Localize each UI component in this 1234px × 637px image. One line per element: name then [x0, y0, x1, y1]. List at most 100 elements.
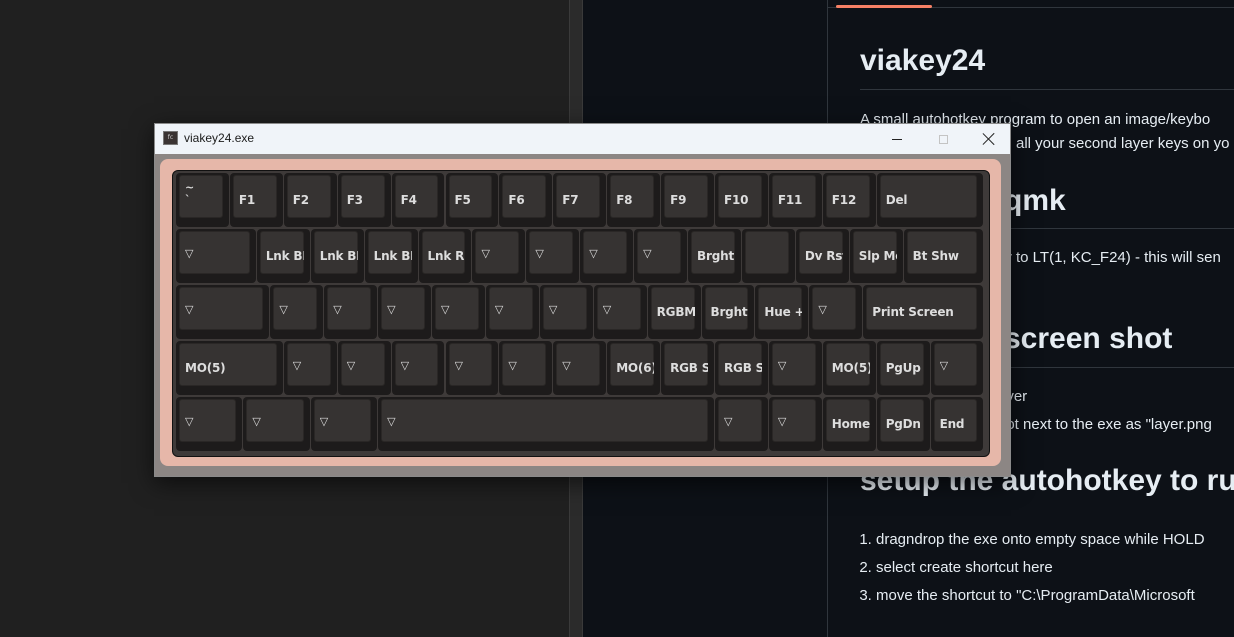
keyboard-key: ▽: [378, 285, 432, 339]
keyboard-key: Lnk RF: [418, 229, 472, 283]
keyboard-key: ▽: [337, 341, 391, 395]
keyboard-key: ▽: [472, 229, 526, 283]
keyboard-key: ▽: [432, 285, 485, 339]
keyboard-key: ▽: [930, 341, 984, 395]
qmk-text: ey to LT(1, KC_F24) - this will sen: [996, 249, 1221, 266]
key-label: ▽: [535, 247, 544, 260]
key-label: ▽: [185, 303, 194, 316]
keyboard-key: F1: [229, 173, 283, 227]
keyboard-key: F9: [661, 173, 714, 227]
key-label: F2: [292, 193, 309, 207]
viakey-window: fc viakey24.exe ~ ` F1 F2 F3 F4 F5 F6 F7 F8 F9 F10…: [154, 123, 1011, 477]
keyboard-key: ▽: [176, 397, 243, 451]
keyboard-key: Lnk BL: [256, 229, 310, 283]
key-label: F11: [777, 193, 803, 207]
key-label: ▽: [643, 247, 652, 260]
key-label: Brght+: [697, 249, 735, 263]
key-label: RGBMc: [656, 305, 695, 319]
key-label: MO(5): [831, 361, 870, 375]
key-label: F10: [724, 193, 749, 207]
keyboard-key: ▽: [809, 285, 863, 339]
maximize-icon: [938, 134, 948, 144]
minimize-button[interactable]: [874, 124, 920, 154]
key-label: ▽: [724, 415, 733, 428]
keyboard-key: Print Screen: [863, 285, 984, 339]
key-label: ▽: [454, 359, 463, 372]
keyboard-key: Hue +: [755, 285, 809, 339]
key-label: Lnk BL: [265, 249, 304, 263]
key-label: Del: [885, 193, 908, 207]
key-label: F9: [670, 193, 687, 207]
keyboard-key: ▽: [391, 341, 445, 395]
keyboard-key: Home: [822, 397, 876, 451]
key-label: MO(6): [616, 361, 655, 375]
keyboard-key: ▽: [378, 397, 714, 451]
key-label: End: [939, 417, 965, 431]
minimize-icon: [892, 138, 902, 140]
keyboard-key: ▽: [768, 397, 822, 451]
key-label: ▽: [346, 359, 355, 372]
window-titlebar[interactable]: fc viakey24.exe: [155, 124, 1010, 154]
keyboard-key: Brght+: [688, 229, 741, 283]
active-tab-indicator: [836, 5, 932, 8]
keyboard-key: F2: [283, 173, 337, 227]
keyboard-key: MO(5): [176, 341, 283, 395]
key-label: F1: [238, 193, 256, 207]
keyboard-key: F12: [822, 173, 876, 227]
keyboard-key: ▽: [553, 341, 607, 395]
keyboard-key: F5: [445, 173, 499, 227]
keyboard-key: ▽: [539, 285, 593, 339]
keyboard-key: ▽: [593, 285, 647, 339]
keyboard-key: F6: [499, 173, 553, 227]
key-label: F3: [346, 193, 363, 207]
key-label: ▽: [562, 359, 571, 372]
title-rule: [860, 89, 1234, 90]
keyboard-case: ~ ` F1 F2 F3 F4 F5 F6 F7 F8 F9 F10 F11 F12 Del ▽ Lnk BL…: [160, 159, 1001, 466]
key-label: ~ `: [185, 182, 195, 206]
key-label: Lnk BL: [373, 249, 412, 263]
keyboard-key: F4: [391, 173, 445, 227]
key-label: ▽: [185, 247, 194, 260]
key-label: ▽: [548, 303, 558, 316]
keyboard-key: ▽: [176, 229, 256, 283]
keyboard-plate: ~ ` F1 F2 F3 F4 F5 F6 F7 F8 F9 F10 F11 F12 Del ▽ Lnk BL…: [172, 170, 990, 457]
keyboard-key: [741, 229, 795, 283]
keyboard-key: ▽: [270, 285, 324, 339]
keyboard-key: ▽: [768, 341, 822, 395]
key-label: Slp Mc: [858, 249, 897, 263]
keyboard-key: MO(6): [607, 341, 661, 395]
keyboard-key: RGBMc: [647, 285, 701, 339]
setup-step: move the shortcut to "C:\ProgramData\Mic…: [876, 582, 1205, 610]
keyboard-key: ~ `: [176, 173, 229, 227]
key-label: Home: [831, 417, 870, 431]
close-icon: [983, 133, 995, 145]
keyboard-key: PgUp: [876, 341, 930, 395]
key-label: ▽: [319, 415, 329, 428]
window-title: viakey24.exe: [184, 131, 255, 145]
key-label: ▽: [589, 247, 598, 260]
keyboard-key: ▽: [580, 229, 634, 283]
key-label: ▽: [333, 303, 342, 316]
key-label: RGB Sl: [724, 361, 762, 375]
keyboard-key: ▽: [283, 341, 337, 395]
key-label: ▽: [777, 415, 787, 428]
key-label: F8: [616, 193, 633, 207]
keyboard-key: ▽: [176, 285, 270, 339]
keyboard-key: F7: [553, 173, 607, 227]
key-label: F5: [454, 193, 471, 207]
maximize-button[interactable]: [920, 124, 966, 154]
key-label: ▽: [387, 303, 396, 316]
key-label: ▽: [508, 359, 517, 372]
keyboard-key: F11: [768, 173, 822, 227]
key-label: Brght-: [710, 305, 749, 319]
key-label: ▽: [441, 303, 450, 316]
key-label: Lnk RF: [427, 249, 466, 263]
keyboard-key: RGB Sl: [661, 341, 714, 395]
key-label: Print Screen: [872, 305, 954, 319]
key-label: MO(5): [185, 361, 226, 375]
key-label: Bt Shw: [912, 249, 959, 263]
app-icon: fc: [163, 131, 178, 145]
key-label: ▽: [252, 415, 261, 428]
keyboard-key: Lnk BL: [364, 229, 418, 283]
close-button[interactable]: [966, 124, 1012, 154]
